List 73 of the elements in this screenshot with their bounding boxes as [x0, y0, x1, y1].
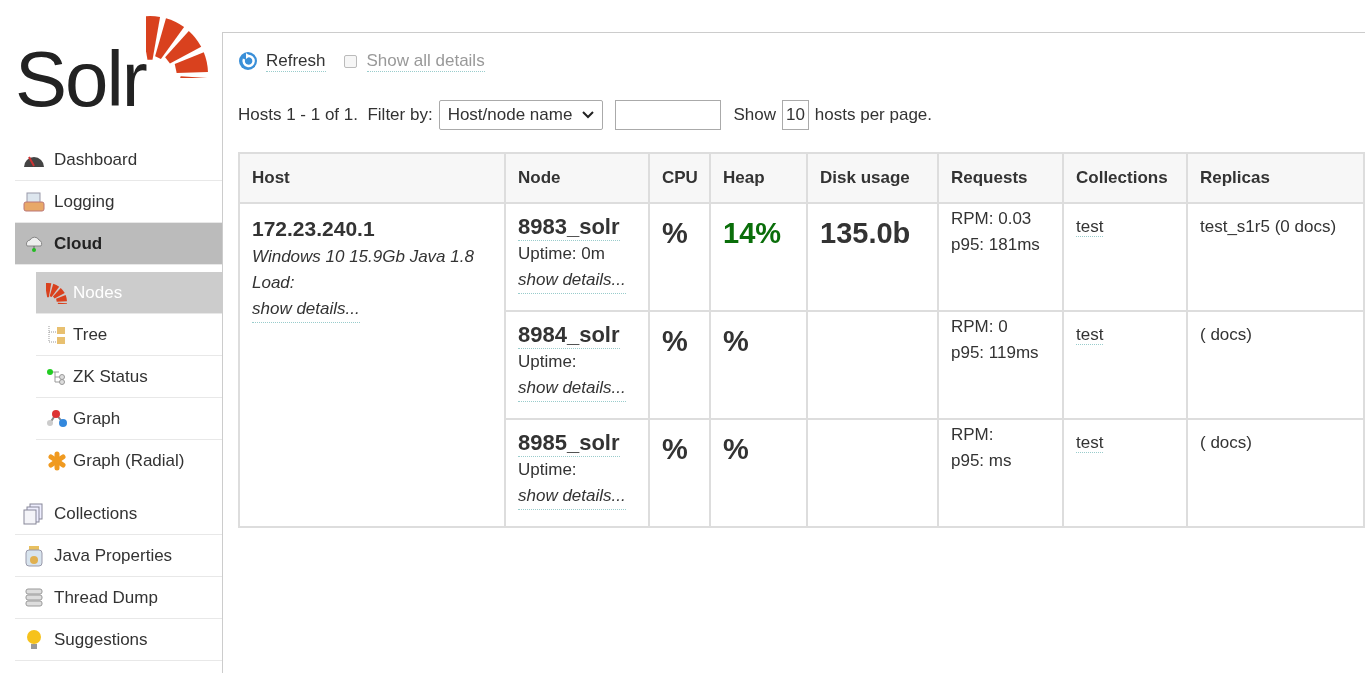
cpu-value: %: [662, 216, 688, 250]
lightbulb-icon: [25, 628, 43, 651]
documents-icon: [23, 502, 45, 525]
collection-link[interactable]: test: [1076, 433, 1104, 453]
heap-value: %: [723, 324, 749, 358]
host-address: 172.23.240.1: [252, 216, 375, 242]
host-info: Windows 10 15.9Gb Java 1.8: [252, 246, 474, 268]
replicas-text: ( docs): [1200, 433, 1252, 452]
hosts-summary: Hosts 1 - 1 of 1.: [238, 105, 358, 125]
requests-rpm: RPM: 0: [951, 316, 1008, 338]
requests-rpm: RPM:: [951, 424, 994, 446]
document-tray-icon: [23, 191, 45, 212]
host-load: Load:: [252, 272, 295, 294]
per-page-input[interactable]: 10: [781, 100, 809, 130]
column-header: Replicas: [1187, 153, 1364, 203]
sidebar-item[interactable]: Dashboard: [15, 139, 222, 181]
column-header: Host: [239, 153, 505, 203]
heap-value: %: [723, 432, 749, 466]
node-name[interactable]: 8984_solr: [518, 322, 620, 349]
filter-label: Filter by:: [367, 105, 433, 125]
show-details-link[interactable]: show details...: [518, 267, 626, 294]
sidebar-item[interactable]: Suggestions: [15, 619, 222, 661]
solr-sun-icon: [46, 281, 68, 304]
replicas-text: ( docs): [1200, 325, 1252, 344]
replicas-text: test_s1r5 (0 docs): [1200, 217, 1337, 236]
show-details-link[interactable]: show details...: [518, 483, 626, 510]
node-uptime: Uptime:: [518, 459, 577, 481]
show-label: Show: [733, 105, 776, 125]
node-uptime: Uptime: 0m: [518, 243, 605, 265]
checkbox[interactable]: [343, 54, 357, 68]
cloud-icon: [23, 234, 45, 253]
sidebar-subitem[interactable]: ZK Status: [36, 356, 222, 398]
sidebar-subitem[interactable]: Graph (Radial): [36, 440, 222, 481]
node-name[interactable]: 8983_solr: [518, 214, 620, 241]
sidebar-item[interactable]: Java Properties: [15, 535, 222, 577]
refresh-link[interactable]: Refresh: [266, 50, 326, 72]
column-header: Requests: [938, 153, 1063, 203]
node-name[interactable]: 8985_solr: [518, 430, 620, 457]
column-header: Disk usage: [807, 153, 938, 203]
sidebar-item[interactable]: Collections: [15, 493, 222, 535]
per-page-label: hosts per page.: [814, 105, 933, 125]
jar-icon: [24, 544, 44, 567]
show-details-link[interactable]: show details...: [518, 375, 626, 402]
sidebar-item[interactable]: Thread Dump: [15, 577, 222, 619]
heap-value: 14%: [723, 216, 782, 250]
disk-usage-value: 135.0b: [820, 216, 911, 250]
cpu-value: %: [662, 432, 688, 466]
show-details-link[interactable]: show details...: [252, 296, 360, 323]
asterisk-icon: [47, 450, 67, 471]
molecule-icon: [46, 408, 68, 429]
column-header: CPU: [649, 153, 710, 203]
requests-p95: p95: ms: [951, 450, 1012, 472]
tree-icon: [47, 323, 67, 346]
collection-link[interactable]: test: [1076, 325, 1104, 345]
stack-icon: [24, 587, 44, 608]
requests-p95: p95: 119ms: [951, 342, 1039, 364]
node-uptime: Uptime:: [518, 351, 577, 373]
collection-link[interactable]: test: [1076, 217, 1104, 237]
column-header: Collections: [1063, 153, 1187, 203]
filter-input[interactable]: [615, 100, 722, 130]
sidebar-subitem[interactable]: Graph: [36, 398, 222, 440]
requests-p95: p95: 181ms: [951, 234, 1040, 256]
network-icon: [46, 367, 68, 386]
column-header: Heap: [710, 153, 807, 203]
solr-logo[interactable]: Solr: [15, 12, 222, 139]
sidebar-subitem[interactable]: Tree: [36, 314, 222, 356]
column-header: Node: [505, 153, 649, 203]
sidebar-item[interactable]: Cloud: [15, 223, 222, 265]
refresh-icon[interactable]: [238, 51, 258, 71]
requests-rpm: RPM: 0.03: [951, 208, 1032, 230]
cpu-value: %: [662, 324, 688, 358]
chevron-down-icon[interactable]: [582, 111, 595, 119]
filter-dropdown[interactable]: Host/node name: [438, 100, 604, 130]
